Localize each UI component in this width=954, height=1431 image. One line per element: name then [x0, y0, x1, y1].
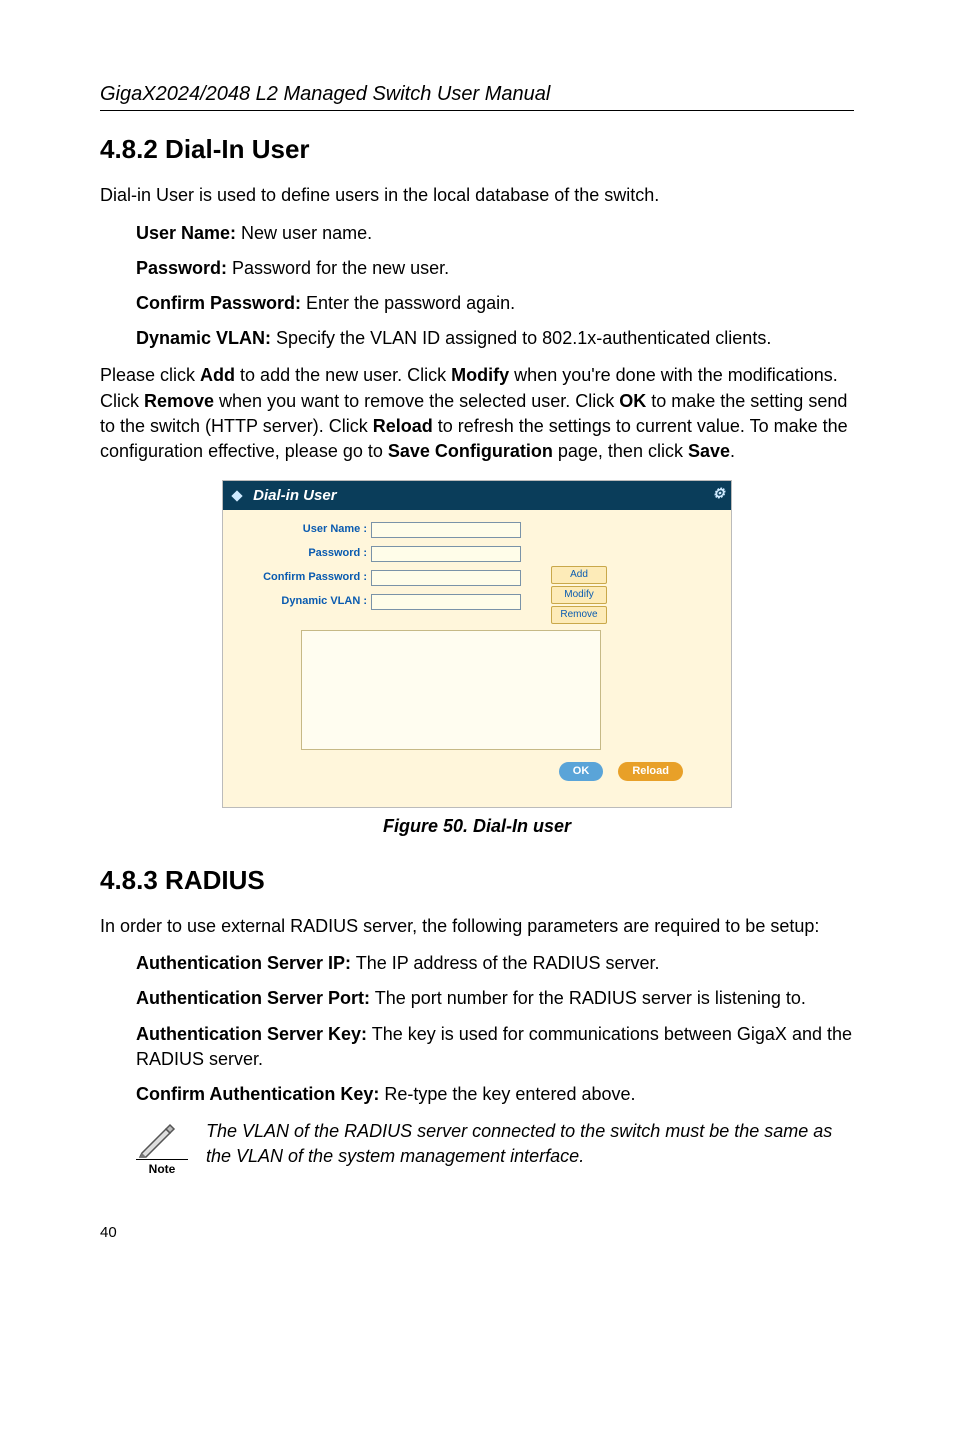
label-dynamic-vlan: Dynamic VLAN :: [241, 594, 371, 609]
reload-button[interactable]: Reload: [618, 762, 683, 781]
screenshot-titlebar: Dial-in User ⚙: [223, 481, 731, 510]
def-auth-server-key: Authentication Server Key: The key is us…: [136, 1022, 854, 1072]
modify-button[interactable]: Modify: [551, 586, 607, 604]
def-label: Authentication Server IP:: [136, 953, 351, 973]
sec2-intro: In order to use external RADIUS server, …: [100, 914, 854, 939]
label-password: Password :: [241, 546, 371, 561]
running-header: GigaX2024/2048 L2 Managed Switch User Ma…: [100, 80, 854, 111]
def-label: Authentication Server Key:: [136, 1024, 367, 1044]
diamond-icon: [231, 490, 242, 501]
def-desc: New user name.: [236, 223, 372, 243]
def-desc: Re-type the key entered above.: [379, 1084, 635, 1104]
def-label: Dynamic VLAN:: [136, 328, 271, 348]
user-list[interactable]: [301, 630, 601, 750]
sec1-instructions: Please click Add to add the new user. Cl…: [100, 363, 854, 464]
note-label: Note: [136, 1159, 188, 1178]
add-button[interactable]: Add: [551, 566, 607, 584]
screenshot-dial-in-user: Dial-in User ⚙ User Name : Password : Co…: [222, 480, 732, 808]
note-block: Note The VLAN of the RADIUS server conne…: [100, 1119, 854, 1178]
screenshot-title: Dial-in User: [253, 487, 336, 504]
def-username: User Name: New user name.: [136, 221, 854, 246]
input-user-name[interactable]: [371, 522, 521, 538]
sec1-definitions: User Name: New user name. Password: Pass…: [100, 221, 854, 352]
def-label: User Name:: [136, 223, 236, 243]
label-user-name: User Name :: [241, 522, 371, 537]
label-confirm-password: Confirm Password :: [241, 570, 371, 585]
ok-button[interactable]: OK: [559, 762, 604, 781]
def-auth-server-ip: Authentication Server IP: The IP address…: [136, 951, 854, 976]
def-desc: The port number for the RADIUS server is…: [370, 988, 806, 1008]
def-confirm-password: Confirm Password: Enter the password aga…: [136, 291, 854, 316]
def-desc: Specify the VLAN ID assigned to 802.1x-a…: [271, 328, 771, 348]
note-text: The VLAN of the RADIUS server connected …: [206, 1119, 854, 1169]
sec1-intro: Dial-in User is used to define users in …: [100, 183, 854, 208]
section-4-8-2-title: 4.8.2 Dial-In User: [100, 131, 854, 167]
def-desc: The IP address of the RADIUS server.: [351, 953, 659, 973]
def-confirm-auth-key: Confirm Authentication Key: Re-type the …: [136, 1082, 854, 1107]
def-desc: Password for the new user.: [227, 258, 449, 278]
page-number: 40: [100, 1222, 854, 1243]
def-label: Password:: [136, 258, 227, 278]
def-dynamic-vlan: Dynamic VLAN: Specify the VLAN ID assign…: [136, 326, 854, 351]
section-4-8-3-title: 4.8.3 RADIUS: [100, 862, 854, 898]
figure-caption: Figure 50. Dial-In user: [100, 814, 854, 839]
def-password: Password: Password for the new user.: [136, 256, 854, 281]
def-label: Authentication Server Port:: [136, 988, 370, 1008]
input-dynamic-vlan[interactable]: [371, 594, 521, 610]
input-password[interactable]: [371, 546, 521, 562]
def-auth-server-port: Authentication Server Port: The port num…: [136, 986, 854, 1011]
def-desc: Enter the password again.: [301, 293, 515, 313]
input-confirm-password[interactable]: [371, 570, 521, 586]
sec2-definitions: Authentication Server IP: The IP address…: [100, 951, 854, 1107]
pencil-icon: [136, 1119, 178, 1159]
def-label: Confirm Password:: [136, 293, 301, 313]
def-label: Confirm Authentication Key:: [136, 1084, 379, 1104]
remove-button[interactable]: Remove: [551, 606, 607, 624]
gear-icon: ⚙: [712, 484, 725, 504]
